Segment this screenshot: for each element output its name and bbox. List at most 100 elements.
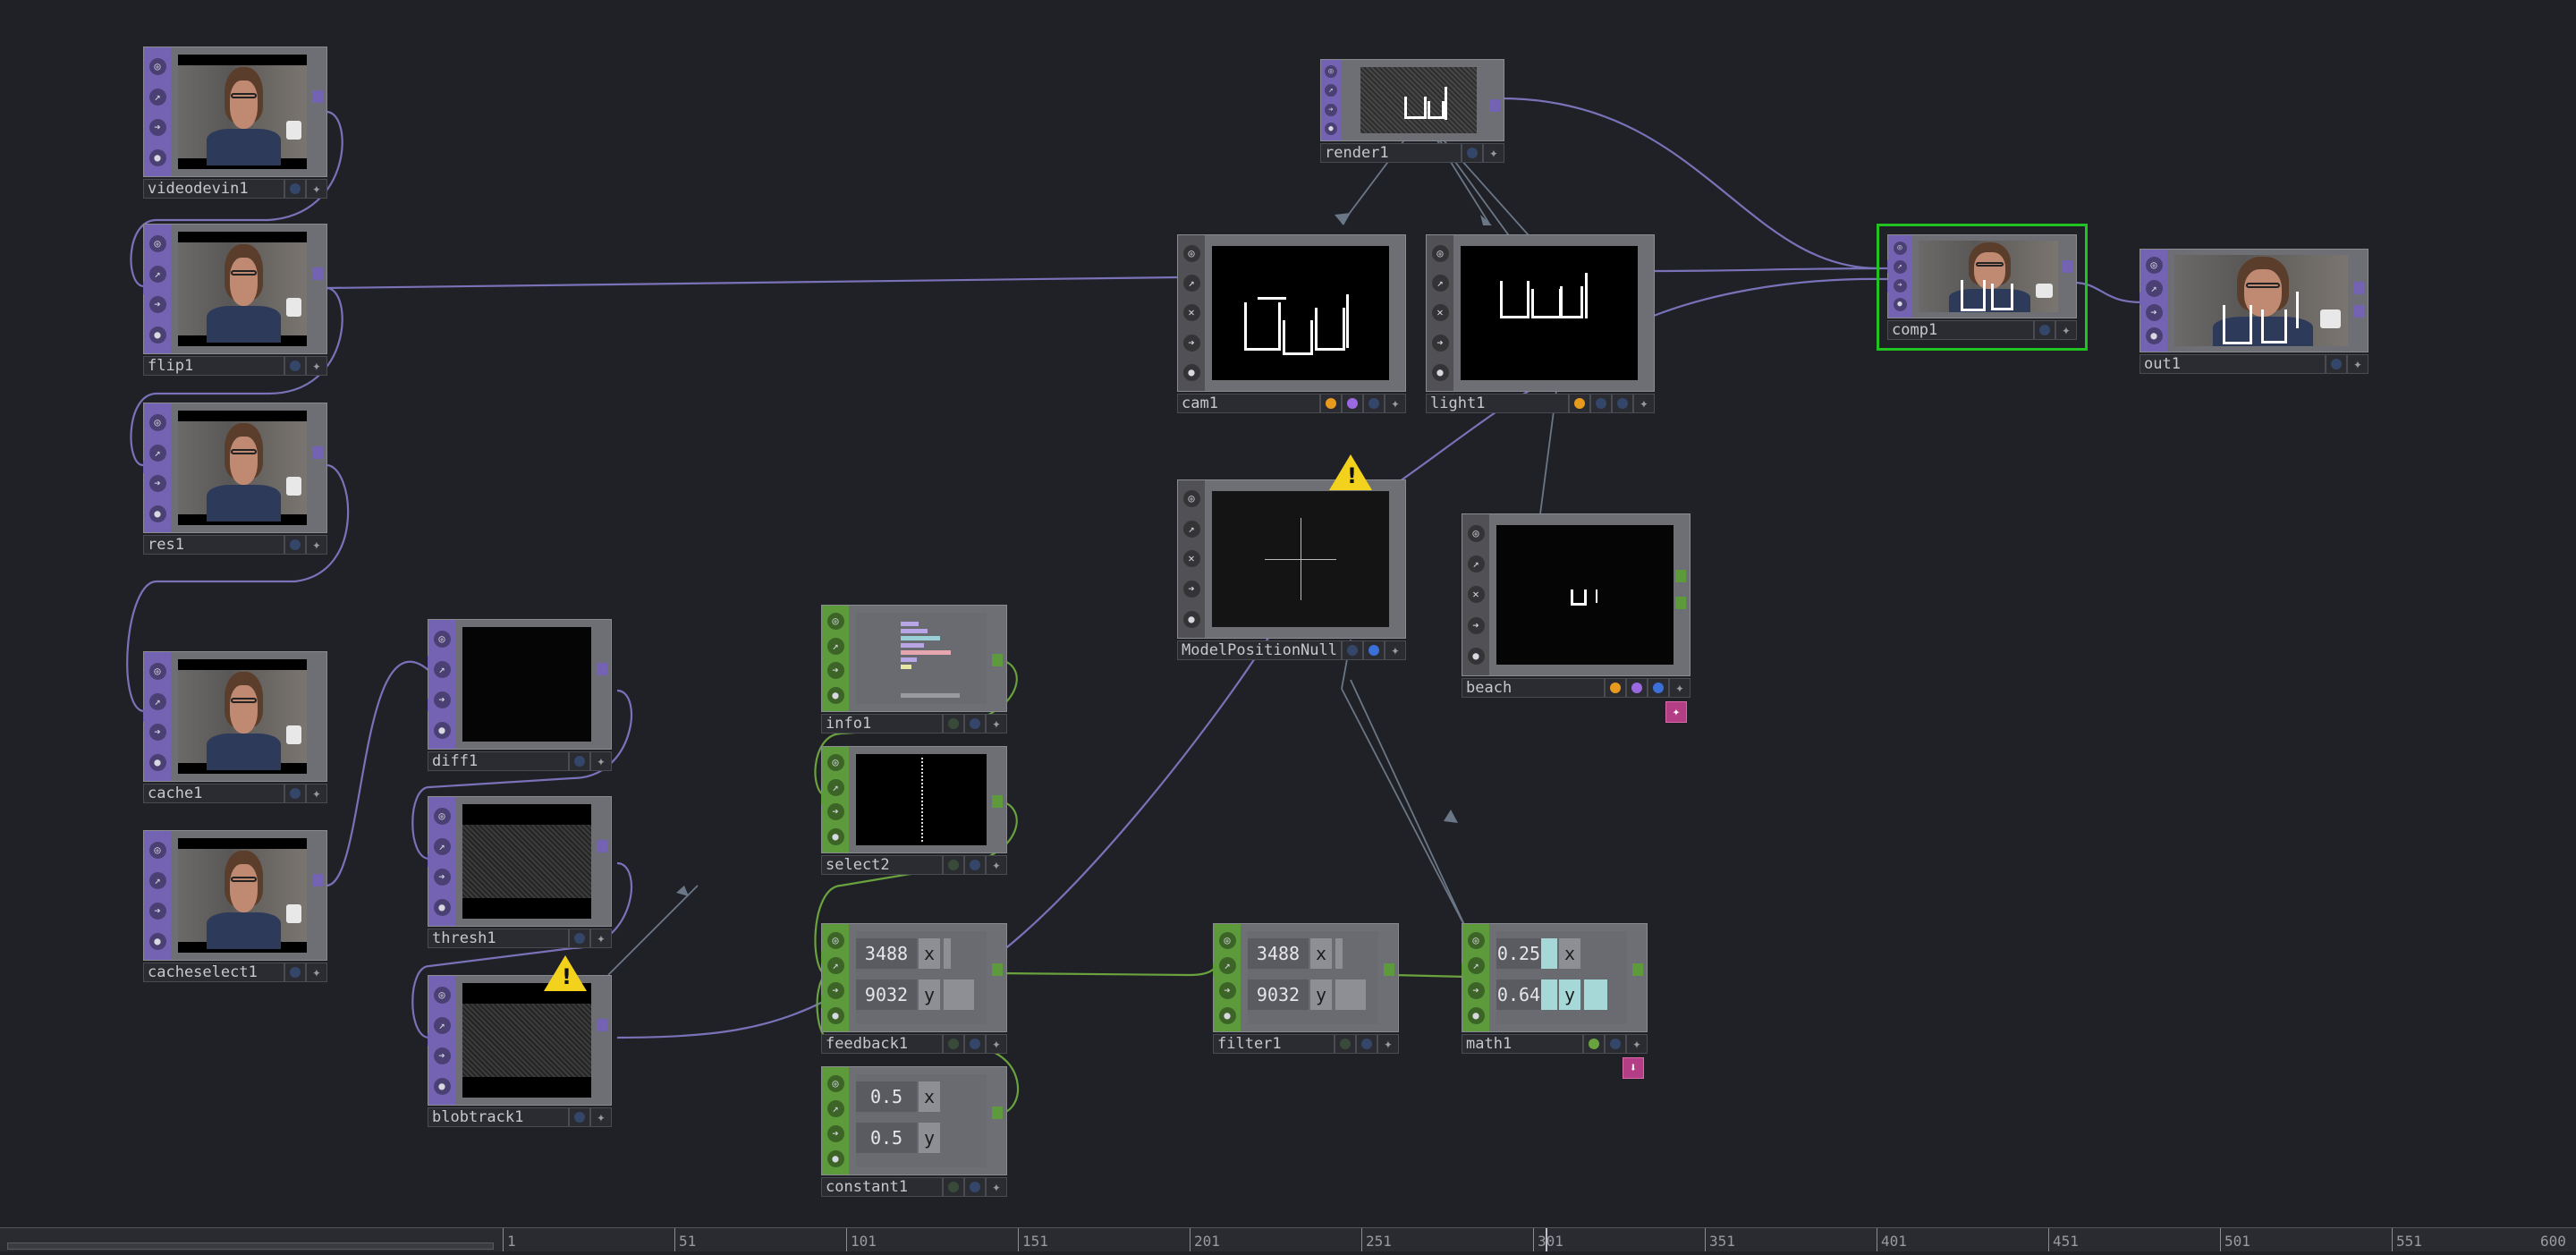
viewer-icon[interactable]: ◎ bbox=[1325, 64, 1337, 78]
bypass-icon[interactable]: ↗ bbox=[1182, 275, 1200, 293]
bypass-icon[interactable]: ↗ bbox=[148, 444, 166, 462]
add-icon[interactable]: ✦ bbox=[1483, 143, 1504, 163]
output-connector[interactable] bbox=[1675, 570, 1686, 582]
cooking-icon[interactable] bbox=[943, 1177, 964, 1197]
output-connector[interactable] bbox=[312, 446, 323, 459]
add-icon[interactable]: ✦ bbox=[306, 179, 327, 199]
cooking-icon[interactable] bbox=[1342, 640, 1363, 660]
viewer-icon[interactable]: ◎ bbox=[826, 754, 844, 772]
output-connector[interactable] bbox=[1489, 99, 1500, 112]
viewer-icon[interactable]: ◎ bbox=[1431, 245, 1449, 263]
viewer-icon[interactable]: ◎ bbox=[433, 807, 451, 825]
clone-icon[interactable]: ➔ bbox=[433, 868, 451, 886]
node-render1[interactable]: ◎ ↗ ➔ ● render1 ✦ bbox=[1320, 59, 1504, 163]
cooking-icon[interactable] bbox=[2034, 320, 2055, 340]
node-name[interactable]: comp1 bbox=[1887, 320, 2034, 340]
clone-icon[interactable]: ➔ bbox=[1467, 981, 1485, 999]
add-icon[interactable]: ✦ bbox=[1633, 394, 1655, 413]
cooking-icon[interactable] bbox=[569, 751, 590, 771]
clone-icon[interactable]: ➔ bbox=[1325, 103, 1337, 116]
lock-icon[interactable]: ● bbox=[148, 932, 166, 950]
output-connector[interactable] bbox=[1632, 963, 1643, 976]
warning-icon[interactable]: ! bbox=[1329, 454, 1372, 490]
output-connector[interactable] bbox=[2062, 260, 2072, 273]
add-icon[interactable]: ✦ bbox=[590, 1107, 612, 1127]
viewer-icon[interactable]: ◎ bbox=[1218, 931, 1236, 949]
add-icon[interactable]: ✦ bbox=[1377, 1034, 1399, 1054]
lock-icon[interactable]: ● bbox=[1893, 298, 1907, 311]
clone-icon[interactable]: ➔ bbox=[1218, 981, 1236, 999]
output-connector[interactable] bbox=[597, 663, 607, 675]
add-icon[interactable]: ✦ bbox=[306, 535, 327, 555]
cooking-icon[interactable] bbox=[1335, 1034, 1356, 1054]
output-connector[interactable] bbox=[312, 90, 323, 103]
cooking-icon[interactable] bbox=[284, 535, 306, 555]
cooking-icon[interactable] bbox=[1590, 394, 1612, 413]
node-name[interactable]: feedback1 bbox=[821, 1034, 943, 1054]
add-icon[interactable]: ✦ bbox=[590, 929, 612, 948]
lock-icon[interactable]: ● bbox=[1467, 648, 1485, 666]
lock-icon[interactable]: ● bbox=[148, 505, 166, 522]
viewer-icon[interactable]: ◎ bbox=[2145, 256, 2163, 274]
node-name[interactable]: out1 bbox=[2140, 354, 2326, 374]
add-icon[interactable]: ✦ bbox=[2055, 320, 2077, 340]
bypass-icon[interactable]: ↗ bbox=[826, 1099, 844, 1117]
output-connector[interactable] bbox=[992, 654, 1003, 666]
clone-icon[interactable]: ➔ bbox=[148, 723, 166, 741]
node-name[interactable]: videodevin1 bbox=[143, 179, 284, 199]
lock-icon[interactable]: ● bbox=[433, 898, 451, 916]
clone-icon[interactable]: ➔ bbox=[148, 474, 166, 492]
add-icon[interactable]: ✦ bbox=[1385, 640, 1406, 660]
node-name[interactable]: info1 bbox=[821, 714, 943, 733]
cooking-icon[interactable] bbox=[1342, 394, 1363, 413]
node-constant1[interactable]: ◎ ↗ ➔ ● 0.5 x 0.5 y constant1 ✦ bbox=[821, 1066, 1007, 1197]
cooking-icon[interactable] bbox=[1363, 394, 1385, 413]
cooking-icon[interactable] bbox=[1320, 394, 1342, 413]
node-diff1[interactable]: ◎ ↗ ➔ ● diff1 ✦ bbox=[428, 619, 612, 771]
lock-icon[interactable]: ● bbox=[826, 827, 844, 845]
node-name[interactable]: select2 bbox=[821, 855, 943, 875]
node-filter1[interactable]: ◎ ↗ ➔ ● 3488 x 9032 y filter1 ✦ bbox=[1213, 923, 1399, 1054]
node-name[interactable]: diff1 bbox=[428, 751, 569, 771]
bypass-icon[interactable]: ↗ bbox=[2145, 280, 2163, 298]
scrollbar[interactable] bbox=[7, 1242, 494, 1250]
node-thresh1[interactable]: ◎ ↗ ➔ ● thresh1 ✦ bbox=[428, 796, 612, 948]
node-name[interactable]: constant1 bbox=[821, 1177, 943, 1197]
viewer-icon[interactable]: ◎ bbox=[1467, 931, 1485, 949]
node-name[interactable]: light1 bbox=[1426, 394, 1569, 413]
bypass-icon[interactable]: ↗ bbox=[148, 265, 166, 283]
node-res1[interactable]: ◎ ↗ ➔ ● res1 ✦ bbox=[143, 403, 327, 555]
cooking-icon[interactable] bbox=[1363, 640, 1385, 660]
clone-icon[interactable]: ✕ bbox=[1182, 550, 1200, 568]
node-name[interactable]: cache1 bbox=[143, 784, 284, 803]
cooking-icon[interactable] bbox=[569, 929, 590, 948]
output-connector[interactable] bbox=[992, 795, 1003, 808]
node-name[interactable]: filter1 bbox=[1213, 1034, 1335, 1054]
node-blobtrack1[interactable]: ◎ ↗ ➔ ● blobtrack1 ✦ bbox=[428, 975, 612, 1127]
bypass-icon[interactable]: ↗ bbox=[1467, 956, 1485, 974]
clone-icon[interactable]: ➔ bbox=[2145, 303, 2163, 321]
viewer-icon[interactable]: ◎ bbox=[433, 986, 451, 1004]
node-select2[interactable]: ◎ ↗ ➔ ● select2 ✦ bbox=[821, 746, 1007, 875]
node-out1[interactable]: ◎ ↗ ➔ ● out1 ✦ bbox=[2140, 249, 2368, 374]
lock-icon[interactable]: ● bbox=[148, 148, 166, 166]
lock-icon[interactable]: ● bbox=[1431, 363, 1449, 381]
bypass-icon[interactable]: ↗ bbox=[826, 778, 844, 796]
clone-icon[interactable]: ➔ bbox=[148, 902, 166, 920]
cooking-icon[interactable] bbox=[943, 714, 964, 733]
clone-icon[interactable]: ➔ bbox=[826, 1124, 844, 1142]
bypass-icon[interactable]: ↗ bbox=[1431, 275, 1449, 293]
node-name[interactable]: beach bbox=[1462, 678, 1605, 698]
bypass-icon[interactable]: ↗ bbox=[1893, 260, 1907, 274]
cooking-icon[interactable] bbox=[943, 855, 964, 875]
cooking-icon[interactable] bbox=[1356, 1034, 1377, 1054]
bypass-icon[interactable]: ↗ bbox=[148, 88, 166, 106]
lock-icon[interactable]: ● bbox=[826, 1149, 844, 1167]
add-icon[interactable]: ✦ bbox=[986, 1034, 1007, 1054]
clone-icon[interactable]: ✕ bbox=[1182, 304, 1200, 322]
add-icon[interactable]: ✦ bbox=[2347, 354, 2368, 374]
playhead[interactable] bbox=[1546, 1228, 1547, 1251]
cooking-icon[interactable] bbox=[2326, 354, 2347, 374]
bypass-icon[interactable]: ↗ bbox=[826, 956, 844, 974]
flag-icon[interactable]: ✦ bbox=[1665, 701, 1687, 723]
